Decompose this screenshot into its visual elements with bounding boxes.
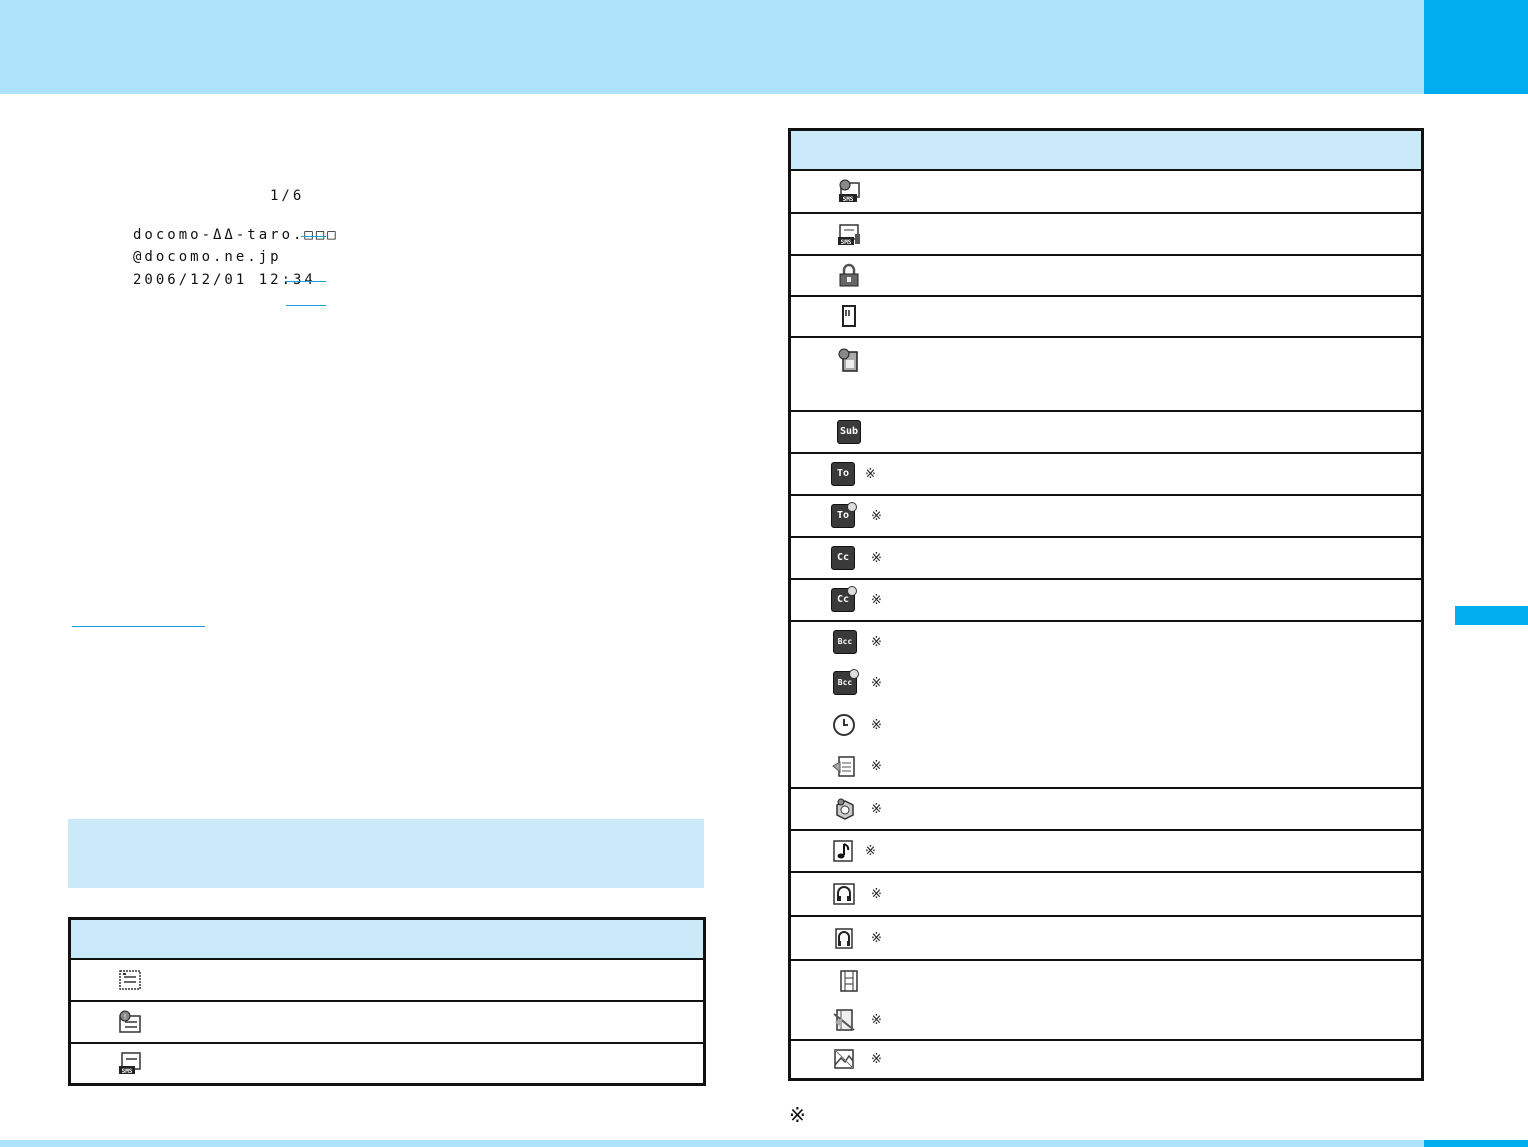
table-row xyxy=(789,254,1423,297)
multi-dot xyxy=(847,585,857,596)
table-row: To ※ xyxy=(789,494,1423,538)
screen-line-datetime: 2006/12/01 12:34 xyxy=(133,272,316,288)
cc-multi-icon: Cc xyxy=(831,585,857,612)
table-header xyxy=(69,918,705,960)
bcc-icon: Bcc xyxy=(833,629,857,654)
melody-doc-icon xyxy=(832,754,856,778)
mail-read-icon xyxy=(118,968,142,992)
note-mark: ※ xyxy=(871,800,882,816)
to-icon: To xyxy=(831,461,855,486)
note-mark: ※ xyxy=(871,1011,882,1027)
table-row: Bcc ※ xyxy=(790,662,1423,704)
table-row: To ※ xyxy=(789,452,1423,496)
sd-card-icon xyxy=(837,304,861,328)
note-mark: ※ xyxy=(871,1051,882,1067)
callout-line xyxy=(286,305,326,306)
mail-unread-icon: ! xyxy=(118,1010,142,1034)
sms-read-attached-icon: SMS xyxy=(837,222,861,246)
note-mark: ※ xyxy=(871,929,882,945)
table-row: ※ xyxy=(789,1000,1423,1041)
footer-band xyxy=(0,1140,1424,1147)
note-mark: ※ xyxy=(871,885,882,901)
cc-multi-icon-label: Cc xyxy=(836,594,850,605)
multi-dot xyxy=(849,668,859,679)
callout-line xyxy=(285,281,326,282)
note-mark: ※ xyxy=(871,507,882,523)
clock-icon xyxy=(832,713,856,737)
cc-icon: Cc xyxy=(831,545,855,570)
note-mark: ※ xyxy=(865,465,876,481)
note-mark: ※ xyxy=(871,549,882,565)
table-row: SMS xyxy=(789,212,1423,256)
svg-text:SMS: SMS xyxy=(841,239,852,246)
table-row: Sub xyxy=(789,410,1423,454)
sd-unread-icon xyxy=(837,348,861,372)
svg-text:SMS: SMS xyxy=(122,1068,133,1075)
right-icon-table: SMS SMS Sub To ※ To ※ Cc ※ Cc ※ Bcc ※ Bc… xyxy=(788,128,1424,1081)
table-row: Cc ※ xyxy=(789,578,1423,622)
table-row: ※ xyxy=(789,829,1423,873)
note-mark: ※ xyxy=(871,633,882,649)
to-icon-label: To xyxy=(831,461,855,486)
bcc-multi-icon-label: Bcc xyxy=(837,678,853,687)
cc-icon-label: Cc xyxy=(831,545,855,570)
table-row xyxy=(69,958,705,1002)
footnote-mark: ※ xyxy=(789,1105,806,1127)
note-mark: ※ xyxy=(871,674,882,690)
film-icon xyxy=(837,969,861,993)
note-mark: ※ xyxy=(871,758,882,773)
sms-mail-icon: SMS xyxy=(118,1051,142,1075)
lock-icon xyxy=(837,263,861,287)
image-broken-icon xyxy=(832,1047,856,1071)
table-row: Bcc ※ xyxy=(790,621,1423,662)
film-broken-icon xyxy=(832,1008,856,1032)
page-indicator: 1/6 xyxy=(270,188,305,204)
header-chapter-tab xyxy=(1424,0,1528,94)
music-note-icon xyxy=(831,839,855,863)
link-underline xyxy=(72,626,205,627)
table-row: ※ xyxy=(789,871,1423,917)
table-row: SMS xyxy=(70,1043,705,1085)
screen-line-domain: @docomo.ne.jp xyxy=(133,249,282,265)
table-row: ※ xyxy=(790,704,1423,746)
svg-text:!: ! xyxy=(124,1013,127,1021)
table-row xyxy=(790,960,1423,1001)
sms-unread-icon: SMS xyxy=(837,179,861,203)
subject-icon: Sub xyxy=(837,419,861,444)
headphones-icon xyxy=(832,882,856,906)
table-row: ※ xyxy=(790,1040,1423,1080)
bcc-icon-label: Bcc xyxy=(833,629,857,654)
info-box xyxy=(68,819,704,888)
multi-dot xyxy=(847,501,857,512)
table-row xyxy=(789,295,1423,338)
table-row xyxy=(789,336,1423,412)
callout-line xyxy=(301,236,326,237)
to-multi-icon-label: To xyxy=(836,510,850,521)
table-row: ※ xyxy=(789,787,1423,831)
left-icon-table: ! SMS xyxy=(68,917,706,1086)
table-row: Cc ※ xyxy=(789,536,1423,580)
footer-tab xyxy=(1424,1140,1528,1147)
table-row: ! xyxy=(69,1000,705,1044)
note-mark: ※ xyxy=(865,842,876,858)
table-row: ※ xyxy=(789,745,1423,789)
table-row: SMS xyxy=(789,169,1423,214)
header-band xyxy=(0,0,1424,94)
subject-icon-label: Sub xyxy=(837,419,861,444)
note-mark: ※ xyxy=(871,591,882,607)
side-index-tab xyxy=(1455,606,1528,625)
note-mark: ※ xyxy=(871,716,882,732)
table-row: ※ xyxy=(789,915,1423,961)
bcc-multi-icon: Bcc xyxy=(833,668,859,695)
toruca-icon xyxy=(833,797,857,821)
to-multi-icon: To xyxy=(831,501,857,528)
svg-text:SMS: SMS xyxy=(843,196,854,203)
screen-line-address: docomo-ΔΔ-taro.□□□ xyxy=(133,227,339,243)
headphones-alt-icon xyxy=(832,926,856,950)
table-header xyxy=(789,129,1423,171)
